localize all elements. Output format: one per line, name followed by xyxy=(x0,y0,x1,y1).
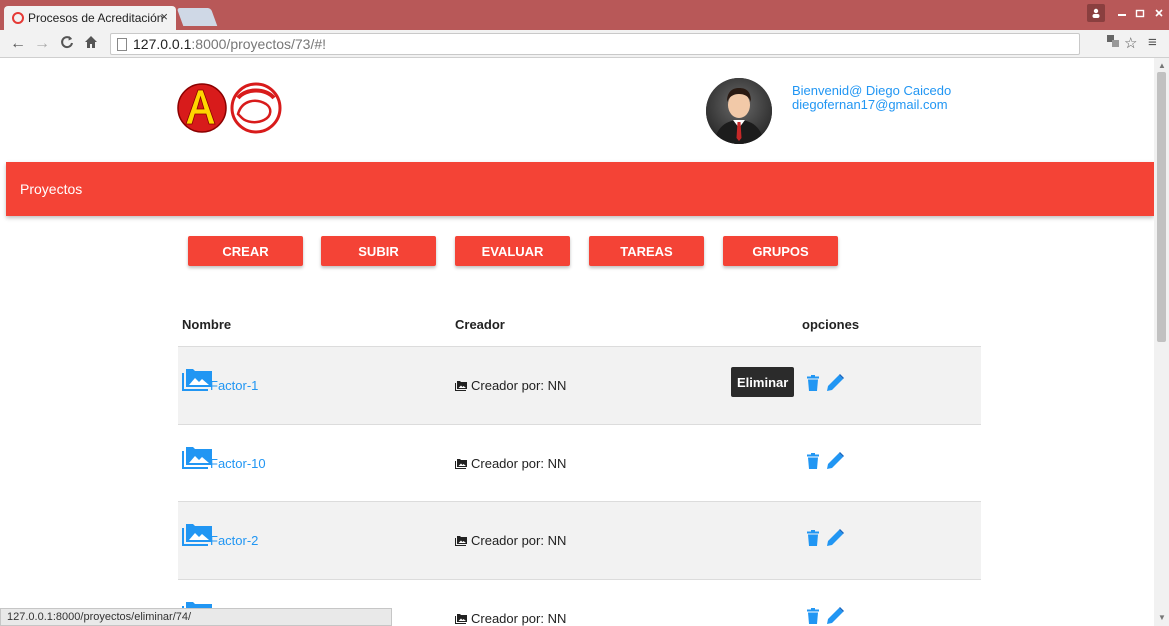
creator-cell: Creador por: NN xyxy=(455,378,566,393)
translate-icon[interactable] xyxy=(1106,34,1120,52)
navbar: Proyectos xyxy=(6,162,1154,216)
crear-button[interactable]: CREAR xyxy=(188,236,303,266)
pencil-icon[interactable] xyxy=(827,607,844,624)
folder-image-icon xyxy=(455,613,467,624)
browser-tab[interactable]: Procesos de Acreditación × xyxy=(4,6,176,30)
scroll-up-icon[interactable]: ▲ xyxy=(1158,61,1166,70)
page-viewport: Bienvenid@ Diego Caicedo diegofernan17@g… xyxy=(0,58,1154,626)
page-icon xyxy=(117,38,127,51)
avatar-icon xyxy=(706,78,772,144)
status-url: 127.0.0.1:8000/proyectos/eliminar/74/ xyxy=(7,611,192,623)
trash-icon[interactable] xyxy=(807,375,819,391)
grupos-button[interactable]: GRUPOS xyxy=(723,236,838,266)
url-path: :8000/proyectos/73/#! xyxy=(191,36,327,52)
table-row: Factor-2 Creador por: NN xyxy=(178,501,981,579)
evaluar-button[interactable]: EVALUAR xyxy=(455,236,570,266)
project-link[interactable]: Factor-1 xyxy=(210,378,258,393)
address-bar[interactable]: 127.0.0.1:8000/proyectos/73/#! xyxy=(110,33,1080,55)
welcome-text: Bienvenid@ Diego Caicedo xyxy=(792,83,952,98)
trash-icon[interactable] xyxy=(807,530,819,546)
subir-button[interactable]: SUBIR xyxy=(321,236,436,266)
minimize-icon[interactable] xyxy=(1115,4,1129,22)
reload-icon[interactable] xyxy=(60,35,74,54)
home-icon[interactable] xyxy=(84,35,98,54)
url-host: 127.0.0.1 xyxy=(133,36,192,52)
favicon-icon xyxy=(12,12,24,24)
creator-cell: Creador por: NN xyxy=(455,456,566,471)
folder-image-icon xyxy=(182,524,212,546)
tab-close-icon[interactable]: × xyxy=(160,9,168,24)
user-avatar[interactable] xyxy=(706,78,772,144)
creator-text: Creador por: NN xyxy=(471,456,567,471)
creator-text: Creador por: NN xyxy=(471,533,567,548)
maximize-icon[interactable] xyxy=(1133,4,1147,22)
bookmark-star-icon[interactable]: ☆ xyxy=(1124,34,1137,52)
browser-toolbar: ← → 127.0.0.1:8000/proyectos/73/#! ☆ ≡ xyxy=(0,30,1169,58)
project-link[interactable]: Factor-10 xyxy=(210,456,266,471)
column-header-opciones: opciones xyxy=(802,317,860,332)
user-email: diegofernan17@gmail.com xyxy=(792,97,948,112)
table-row: Factor-1 Creador por: NN Eliminar xyxy=(178,346,981,424)
navbar-brand[interactable]: Proyectos xyxy=(20,181,82,197)
column-header-nombre: Nombre xyxy=(182,317,232,332)
project-link[interactable]: Factor-2 xyxy=(210,533,258,548)
trash-icon[interactable] xyxy=(807,453,819,469)
column-header-creador: Creador xyxy=(455,317,505,332)
scroll-down-icon[interactable]: ▼ xyxy=(1158,613,1166,622)
creator-cell: Creador por: NN xyxy=(455,611,566,626)
pencil-icon[interactable] xyxy=(827,374,844,391)
window-close-icon[interactable] xyxy=(1152,4,1166,22)
folder-image-icon xyxy=(182,369,212,391)
table-row: Factor-10 Creador por: NN xyxy=(178,424,981,502)
welcome-block: Bienvenid@ Diego Caicedo diegofernan17@g… xyxy=(792,84,951,112)
browser-titlebar: Procesos de Acreditación × xyxy=(0,0,1169,30)
user-profile-icon[interactable] xyxy=(1087,4,1105,22)
status-bar: 127.0.0.1:8000/proyectos/eliminar/74/ xyxy=(0,608,392,626)
logo-icon xyxy=(177,82,282,134)
tareas-button[interactable]: TAREAS xyxy=(589,236,704,266)
pencil-icon[interactable] xyxy=(827,452,844,469)
folder-image-icon xyxy=(182,447,212,469)
creator-cell: Creador por: NN xyxy=(455,533,566,548)
delete-tooltip: Eliminar xyxy=(731,367,795,397)
trash-icon[interactable] xyxy=(807,608,819,624)
back-icon[interactable]: ← xyxy=(10,35,26,53)
pencil-icon[interactable] xyxy=(827,529,844,546)
menu-icon[interactable]: ≡ xyxy=(1148,34,1157,51)
scrollbar-thumb[interactable] xyxy=(1157,72,1166,342)
tab-title: Procesos de Acreditación xyxy=(28,11,164,25)
folder-image-icon xyxy=(455,380,467,391)
folder-image-icon xyxy=(455,535,467,546)
forward-icon[interactable]: → xyxy=(34,35,50,53)
folder-image-icon xyxy=(455,458,467,469)
page-scrollbar[interactable]: ▲ ▼ xyxy=(1154,58,1169,626)
creator-text: Creador por: NN xyxy=(471,611,567,626)
new-tab-button[interactable] xyxy=(176,8,218,26)
creator-text: Creador por: NN xyxy=(471,378,567,393)
